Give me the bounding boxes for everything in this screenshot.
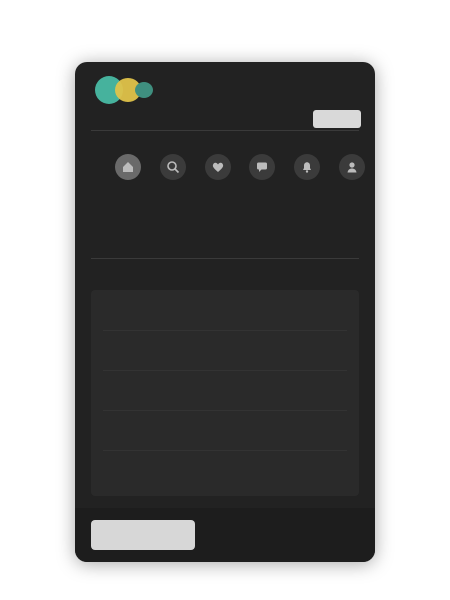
divider <box>91 258 359 259</box>
search-icon <box>166 161 179 174</box>
stat-item <box>181 198 269 248</box>
panel-divider <box>103 330 347 331</box>
chat-icon-button[interactable] <box>249 154 276 180</box>
stat-item <box>93 198 181 248</box>
top-bar <box>75 62 375 128</box>
panel-divider <box>103 410 347 411</box>
home-icon-button[interactable] <box>115 154 141 180</box>
user-icon <box>347 162 357 173</box>
chat-icon <box>257 162 268 172</box>
app-logo[interactable] <box>95 76 159 104</box>
menu-button[interactable] <box>313 110 361 128</box>
bottom-bar <box>75 508 375 562</box>
search-icon-button[interactable] <box>159 154 186 180</box>
bell-icon-button[interactable] <box>294 154 321 180</box>
panel-divider <box>103 450 347 451</box>
home-icon <box>123 162 133 172</box>
app-window <box>75 62 375 562</box>
heart-icon-button[interactable] <box>204 154 231 180</box>
store-badge-button[interactable] <box>91 520 195 550</box>
bell-icon <box>303 162 312 173</box>
stats-row <box>93 198 357 248</box>
stat-item <box>269 198 357 248</box>
content-panel <box>91 290 359 496</box>
panel-divider <box>103 370 347 371</box>
toolbar-icons <box>115 152 365 182</box>
heart-icon <box>212 162 223 172</box>
user-icon-button[interactable] <box>338 154 365 180</box>
logo-green-circle <box>135 82 153 98</box>
divider <box>91 130 359 131</box>
